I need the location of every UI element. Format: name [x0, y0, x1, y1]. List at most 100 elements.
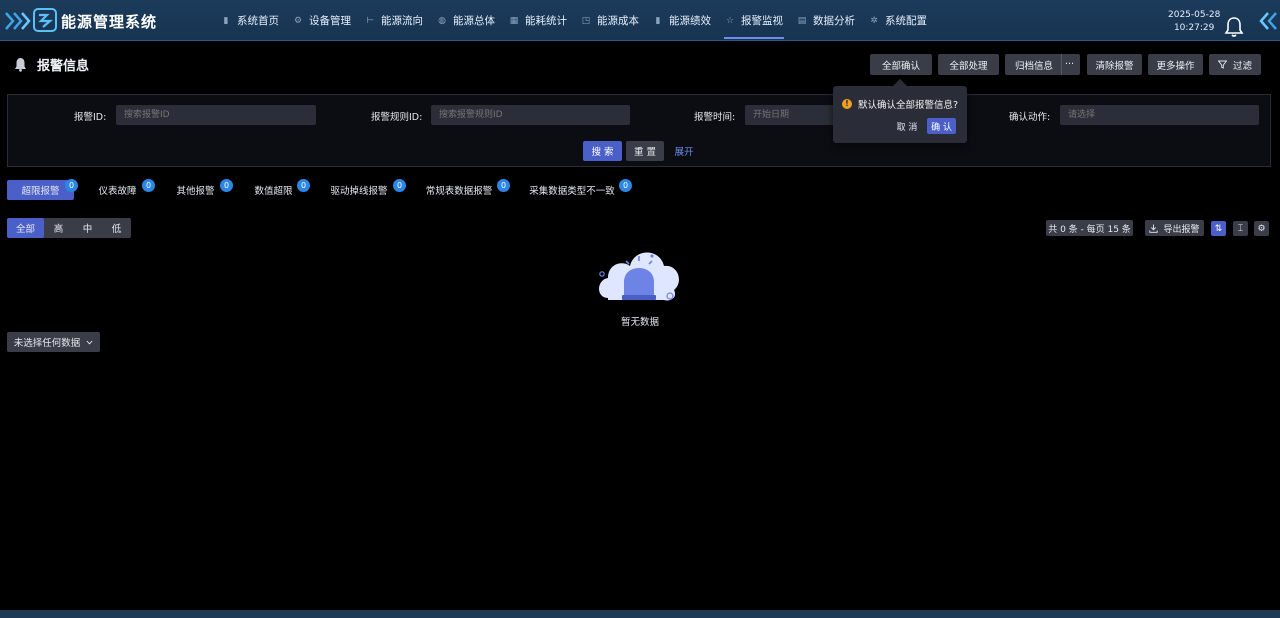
tab-count-badge: 0	[393, 179, 406, 192]
alarm-time-label: 报警时间:	[694, 112, 736, 123]
nav-device[interactable]: ⚙ 设备管理	[286, 0, 358, 41]
nav-cost[interactable]: ◳ 能源成本	[574, 0, 646, 41]
tab-count-badge: 0	[65, 179, 78, 192]
expand-link[interactable]: 展开	[670, 141, 698, 161]
grid-icon: ▦	[509, 15, 519, 26]
nav-label: 能源成本	[597, 15, 639, 27]
pagination-summary: 共 0 条 - 每页 15 条	[1046, 220, 1133, 236]
filter-button[interactable]: 过滤	[1209, 54, 1261, 75]
gear-icon: ✲	[870, 15, 878, 26]
tab-count-badge: 0	[619, 179, 632, 192]
popover-cancel-button[interactable]: 取 消	[893, 118, 921, 134]
nav-label: 能耗统计	[525, 15, 567, 27]
archive-button[interactable]: 归档信息 ···	[1005, 54, 1080, 75]
nav-stats[interactable]: ▦ 能耗统计	[502, 0, 574, 41]
selection-label: 未选择任何数据	[13, 338, 81, 349]
database-icon: ◍	[438, 15, 446, 26]
logo-icon	[33, 8, 57, 32]
tab-driver-offline[interactable]: 驱动掉线报警	[323, 180, 395, 200]
popover-text: 默认确认全部报警信息?	[858, 100, 959, 111]
nav-performance[interactable]: ▮ 能源绩效	[646, 0, 718, 41]
nav-alarm-monitor[interactable]: ☆ 报警监视	[718, 0, 790, 41]
star-icon: ☆	[725, 15, 735, 26]
clock: 2025-05-28 10:27:29	[1168, 9, 1220, 35]
alarm-id-label: 报警ID:	[74, 112, 107, 123]
tab-type-mismatch[interactable]: 采集数据类型不一致	[523, 180, 621, 200]
tab-count-badge: 0	[497, 179, 510, 192]
tab-count-badge: 0	[297, 179, 310, 192]
sort-icon[interactable]: ⇅	[1211, 221, 1226, 236]
nav-label: 系统配置	[885, 15, 927, 27]
level-high[interactable]: 高	[44, 218, 73, 238]
confirm-all-button[interactable]: 全部确认	[870, 54, 932, 75]
chevron-decoration-icon	[1259, 12, 1277, 30]
nav-label: 设备管理	[309, 15, 351, 27]
main-nav: ▮ 系统首页 ⚙ 设备管理 ⊢ 能源流向 ◍ 能源总体 ▦ 能耗统计 ◳ 能源成本 ▮ 能源绩…	[214, 0, 934, 41]
bottom-bar	[0, 610, 1280, 618]
confirm-action-select[interactable]	[1060, 105, 1259, 125]
tab-count-badge: 0	[142, 179, 155, 192]
top-header: 能源管理系统 ▮ 系统首页 ⚙ 设备管理 ⊢ 能源流向 ◍ 能源总体 ▦ 能耗统计 ◳ 能源…	[0, 0, 1280, 41]
notification-bell-icon[interactable]	[1224, 16, 1244, 38]
nav-config[interactable]: ✲ 系统配置	[862, 0, 934, 41]
flow-icon: ⊢	[366, 15, 374, 26]
confirm-action-label: 确认动作:	[1009, 112, 1051, 123]
start-date-input[interactable]	[745, 105, 835, 125]
bar-chart-icon: ▮	[655, 15, 661, 26]
search-button[interactable]: 搜 索	[583, 141, 622, 161]
tab-over-limit[interactable]: 超限报警	[7, 180, 74, 200]
reset-button[interactable]: 重 置	[626, 141, 664, 161]
empty-alarm-illustration	[599, 252, 679, 301]
alarm-id-input[interactable]	[116, 105, 316, 125]
tab-other[interactable]: 其他报警	[168, 180, 223, 200]
nav-label: 数据分析	[813, 15, 855, 27]
archive-label: 归档信息	[1015, 60, 1054, 72]
level-all[interactable]: 全部	[7, 218, 44, 238]
more-ops-button[interactable]: 更多操作	[1148, 54, 1203, 75]
clear-alarm-button[interactable]: 清除报警	[1087, 54, 1142, 75]
tab-count-badge: 0	[220, 179, 233, 192]
funnel-icon	[1217, 60, 1227, 69]
popover-ok-button[interactable]: 确 认	[927, 118, 956, 134]
rule-id-label: 报警规则ID:	[371, 112, 423, 123]
empty-text: 暂无数据	[620, 317, 659, 328]
tab-meter-fault[interactable]: 仪表故障	[90, 180, 145, 200]
bell-icon	[15, 58, 26, 72]
chevron-down-icon	[86, 340, 93, 344]
nav-flow[interactable]: ⊢ 能源流向	[358, 0, 430, 41]
popover-arrow	[892, 78, 908, 94]
app-title: 能源管理系统	[61, 13, 158, 31]
nav-home[interactable]: ▮ 系统首页	[214, 0, 286, 41]
level-low[interactable]: 低	[102, 218, 131, 238]
nav-label: 能源流向	[381, 15, 423, 27]
nav-overall[interactable]: ◍ 能源总体	[430, 0, 502, 41]
level-filter: 全部 高 中 低	[7, 218, 131, 238]
chevron-decoration-icon	[5, 12, 31, 30]
process-all-button[interactable]: 全部处理	[938, 54, 999, 75]
download-icon	[1149, 224, 1159, 233]
export-alarm-button[interactable]: 导出报警	[1145, 220, 1204, 236]
confirm-popover: ! 默认确认全部报警信息?	[833, 78, 967, 143]
tab-regular-meter[interactable]: 常规表数据报警	[418, 180, 500, 200]
nav-label: 能源总体	[453, 15, 495, 27]
selection-dropdown[interactable]: 未选择任何数据	[7, 332, 100, 352]
popover-message: ! 默认确认全部报警信息?	[842, 97, 958, 111]
nav-label: 报警监视	[741, 15, 783, 27]
filter-label: 过滤	[1232, 60, 1252, 72]
nav-label: 能源绩效	[669, 15, 711, 27]
more-dots-icon[interactable]: ···	[1065, 59, 1074, 70]
settings-icon[interactable]: ⚙	[1254, 221, 1269, 236]
export-label: 导出报警	[1163, 224, 1200, 235]
nav-analysis[interactable]: ▤ 数据分析	[790, 0, 862, 41]
page-title-text: 报警信息	[37, 59, 90, 74]
column-height-icon[interactable]: ⌶	[1233, 221, 1248, 236]
device-icon: ⚙	[293, 15, 303, 26]
nav-label: 系统首页	[237, 15, 279, 27]
tab-value-over-limit[interactable]: 数值超限	[246, 180, 301, 200]
bar-chart-icon: ▮	[223, 15, 229, 26]
cost-icon: ◳	[581, 15, 591, 26]
level-medium[interactable]: 中	[73, 218, 102, 238]
warning-icon: !	[842, 99, 852, 109]
clock-date: 2025-05-28	[1168, 10, 1221, 20]
rule-id-input[interactable]	[431, 105, 630, 125]
